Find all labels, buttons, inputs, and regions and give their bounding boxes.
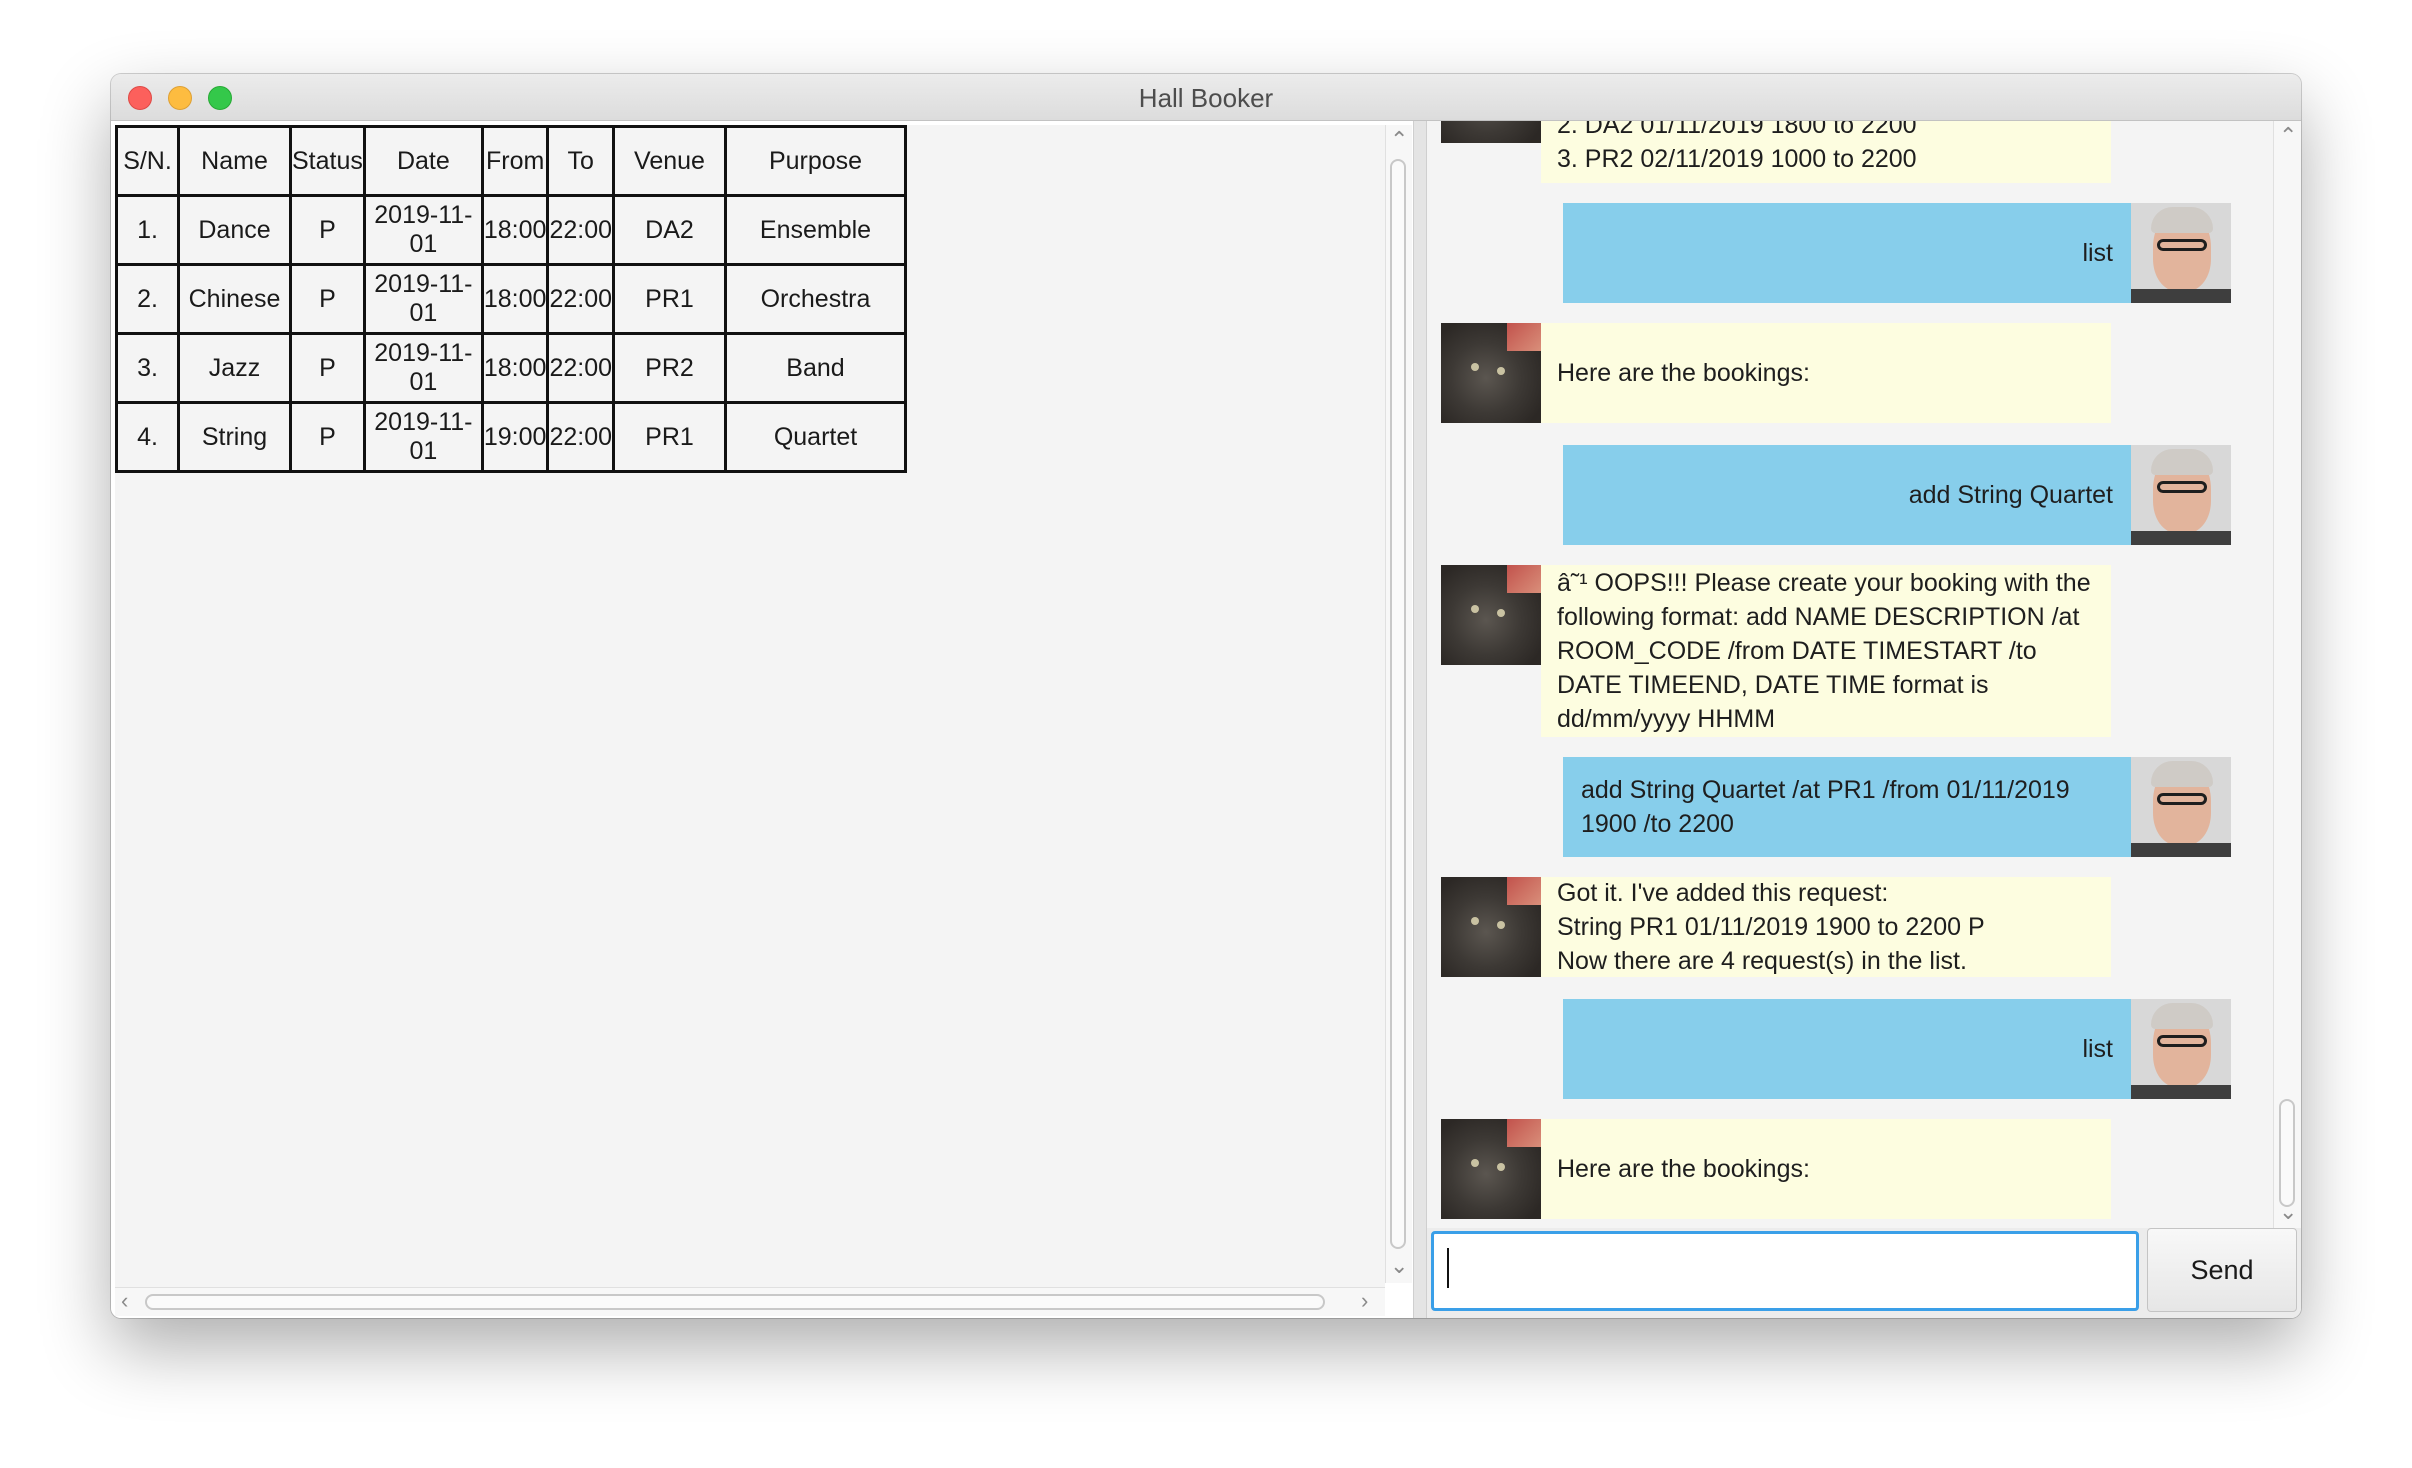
table-vertical-scroll-thumb[interactable] [1390, 159, 1406, 1249]
cell-name: Chinese [177, 263, 292, 335]
cell-status: P [289, 332, 366, 404]
cell-name: Jazz [177, 332, 292, 404]
bot-message-text: Here are the bookings: [1541, 1119, 2111, 1219]
cell-sn: 2. [115, 263, 180, 335]
table-row[interactable]: 3. Jazz P 2019-11-01 18:00 22:00 PR2 Ban… [115, 332, 907, 404]
cell-name: Dance [177, 194, 292, 266]
app-window: Hall Booker S/N. Name Status Date From T… [111, 74, 2301, 1318]
bot-message-text: â˜¹ OOPS!!! Please create your booking w… [1541, 565, 2111, 737]
column-header-name[interactable]: Name [177, 125, 292, 197]
column-header-from[interactable]: From [480, 125, 550, 197]
table-vertical-scrollbar[interactable]: ⌃ ⌄ [1385, 125, 1412, 1283]
cell-from: 19:00 [480, 401, 550, 473]
cell-sn: 4. [115, 401, 180, 473]
cell-venue: PR1 [612, 263, 727, 335]
cell-from: 18:00 [480, 194, 550, 266]
split-pane-divider[interactable] [1413, 121, 1427, 1318]
title-bar: Hall Booker [111, 74, 2301, 121]
cell-from: 18:00 [480, 263, 550, 335]
bookings-table: S/N. Name Status Date From To Venue Purp… [115, 125, 907, 473]
cell-date: 2019-11-01 [362, 194, 484, 266]
user-message-text: add String Quartet /at PR1 /from 01/11/2… [1563, 757, 2131, 857]
chat-scroll-area[interactable]: 2. DA2 01/11/2019 1800 to 2200 3. PR2 02… [1427, 121, 2301, 1228]
bot-avatar [1441, 323, 1541, 423]
text-caret [1447, 1248, 1449, 1288]
cell-sn: 1. [115, 194, 180, 266]
bot-avatar [1441, 877, 1541, 977]
bookings-table-area: S/N. Name Status Date From To Venue Purp… [115, 125, 1385, 1287]
user-message-text: list [1563, 203, 2131, 303]
cell-purpose: Band [724, 332, 907, 404]
chat-vertical-scroll-thumb[interactable] [2279, 1099, 2295, 1207]
window-title: Hall Booker [1138, 83, 1274, 113]
cell-sn: 3. [115, 332, 180, 404]
table-row[interactable]: 4. String P 2019-11-01 19:00 22:00 PR1 Q… [115, 401, 907, 473]
table-horizontal-scrollbar[interactable]: ‹ › [115, 1287, 1385, 1316]
cell-to: 22:00 [546, 194, 615, 266]
user-avatar [2131, 999, 2231, 1099]
chat-panel: 2. DA2 01/11/2019 1800 to 2200 3. PR2 02… [1427, 121, 2301, 1318]
bot-avatar [1441, 121, 1541, 143]
window-content: S/N. Name Status Date From To Venue Purp… [111, 121, 2301, 1318]
user-avatar [2131, 757, 2231, 857]
bot-message-text: Here are the bookings: [1541, 323, 2111, 423]
column-header-purpose[interactable]: Purpose [724, 125, 907, 197]
cell-status: P [289, 263, 366, 335]
user-message-text: list [1563, 999, 2131, 1099]
user-avatar [2131, 203, 2231, 303]
cell-to: 22:00 [546, 332, 615, 404]
cell-venue: PR1 [612, 401, 727, 473]
scroll-down-icon[interactable]: ⌄ [2279, 1201, 2297, 1223]
scroll-up-icon[interactable]: ⌃ [1390, 129, 1408, 151]
cell-venue: PR2 [612, 332, 727, 404]
column-header-to[interactable]: To [546, 125, 615, 197]
table-row[interactable]: 1. Dance P 2019-11-01 18:00 22:00 DA2 En… [115, 194, 907, 266]
cell-from: 18:00 [480, 332, 550, 404]
cell-to: 22:00 [546, 401, 615, 473]
scroll-up-icon[interactable]: ⌃ [2279, 125, 2297, 147]
message-input[interactable] [1431, 1231, 2139, 1311]
bot-avatar [1441, 1119, 1541, 1219]
scroll-left-icon[interactable]: ‹ [121, 1290, 128, 1312]
user-message-text: add String Quartet [1563, 445, 2131, 545]
cell-purpose: Ensemble [724, 194, 907, 266]
scroll-right-icon[interactable]: › [1361, 1290, 1368, 1312]
cell-date: 2019-11-01 [362, 401, 484, 473]
message-input-bar: Send [1427, 1228, 2301, 1318]
bookings-panel: S/N. Name Status Date From To Venue Purp… [111, 121, 1413, 1318]
scroll-down-icon[interactable]: ⌄ [1390, 1255, 1408, 1277]
user-avatar [2131, 445, 2231, 545]
cell-status: P [289, 194, 366, 266]
chat-vertical-scrollbar[interactable]: ⌃ ⌄ [2273, 121, 2301, 1228]
bot-message-text: 2. DA2 01/11/2019 1800 to 2200 3. PR2 02… [1541, 121, 2111, 183]
cell-status: P [289, 401, 366, 473]
cell-name: String [177, 401, 292, 473]
column-header-venue[interactable]: Venue [612, 125, 727, 197]
column-header-sn[interactable]: S/N. [115, 125, 180, 197]
column-header-date[interactable]: Date [362, 125, 484, 197]
bot-message-text: Got it. I've added this request: String … [1541, 877, 2111, 977]
bot-avatar [1441, 565, 1541, 665]
table-horizontal-scroll-thumb[interactable] [145, 1294, 1325, 1310]
cell-date: 2019-11-01 [362, 263, 484, 335]
send-button[interactable]: Send [2147, 1228, 2297, 1312]
cell-purpose: Orchestra [724, 263, 907, 335]
table-header-row: S/N. Name Status Date From To Venue Purp… [115, 125, 907, 197]
table-row[interactable]: 2. Chinese P 2019-11-01 18:00 22:00 PR1 … [115, 263, 907, 335]
cell-date: 2019-11-01 [362, 332, 484, 404]
column-header-status[interactable]: Status [289, 125, 366, 197]
cell-to: 22:00 [546, 263, 615, 335]
cell-purpose: Quartet [724, 401, 907, 473]
cell-venue: DA2 [612, 194, 727, 266]
